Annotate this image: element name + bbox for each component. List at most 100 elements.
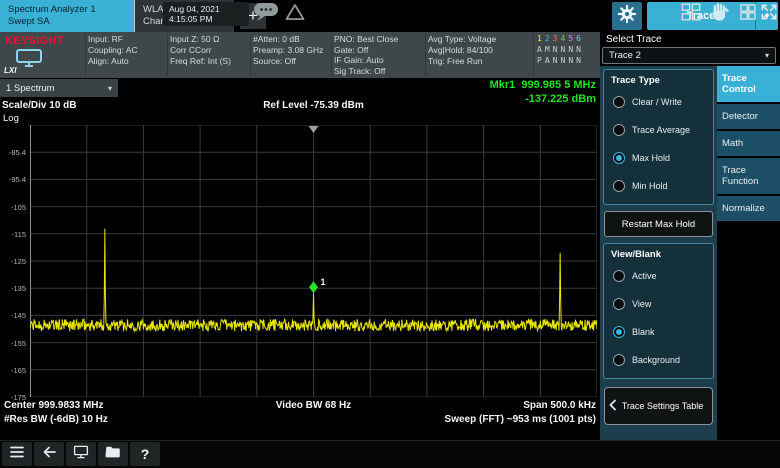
legend-char: 1 [537,34,542,44]
setting-text: Preamp: 3.08 GHz [253,45,323,56]
date-text: Aug 04, 2021 [169,4,249,14]
setting-text: Sig Track: Off [334,66,398,77]
tab-subtitle: Swept SA [8,16,126,28]
touch-hand-icon [709,1,731,28]
setting-text: Source: Off [253,56,323,67]
legend-char: A [545,56,550,66]
setting-text: PNO: Best Close [334,34,398,45]
trace-type-title: Trace Type [611,75,710,86]
datetime-display[interactable]: Aug 04, 2021 4:15:05 PM [163,2,249,26]
restart-max-hold-button[interactable]: Restart Max Hold [604,211,713,237]
radio-clear-write[interactable]: Clear / Write [607,88,710,116]
trace-legend-detectors: PANNNN [537,56,581,66]
system-settings-button[interactable] [612,2,642,30]
alert-triangle-icon [285,3,305,26]
setting-text: Coupling: AC [88,45,138,56]
view-blank-title: View/Blank [611,249,710,260]
radio-circle [613,96,625,108]
time-text: 4:15:05 PM [169,14,249,24]
y-axis-label: -115 [0,230,26,239]
divider [533,34,534,76]
radio-active[interactable]: Active [607,262,710,290]
y-axis-label: -95.4 [0,175,26,184]
divider [167,34,168,76]
window-arrange-icon [680,1,702,28]
settings-column-pno: PNO: Best Close Gate: Off IF Gain: Auto … [334,34,398,76]
file-explorer-button[interactable] [98,442,128,466]
setting-text: Avg Type: Voltage [428,34,496,45]
spectrum-analyzer-screen: Spectrum Analyzer 1 Swept SA WLAN 1 Chan… [0,0,780,468]
chevron-down-icon: ▾ [765,51,769,60]
tab-spectrum-analyzer[interactable]: Spectrum Analyzer 1 Swept SA [0,0,134,32]
settings-column-avg: Avg Type: Voltage Avg|Hold: 84/100 Trig:… [428,34,496,66]
setting-text: Avg|Hold: 84/100 [428,45,496,56]
radio-label: Clear / Write [632,97,682,107]
radio-label: Blank [632,327,655,337]
touch-mode-button[interactable] [707,3,733,25]
log-scale-label: Log [3,113,19,124]
radio-label: Active [632,271,657,281]
tab-trace-function[interactable]: Trace Function [717,158,780,194]
y-axis-label: -145 [0,311,26,320]
radio-circle-selected [613,326,625,338]
radio-max-hold[interactable]: Max Hold [607,144,710,172]
legend-char: N [568,56,573,66]
radio-min-hold[interactable]: Min Hold [607,172,710,200]
screenshot-button[interactable] [66,442,96,466]
legend-char: N [553,56,558,66]
radio-label: Background [632,355,680,365]
y-axis-label: -125 [0,257,26,266]
legend-char: N [576,56,581,66]
tab-normalize[interactable]: Normalize [717,196,780,221]
y-axis-label: -165 [0,366,26,375]
sweep-label: Sweep (FFT) ~953 ms (1001 pts) [260,414,596,425]
setting-text: Input Z: 50 Ω [170,34,231,45]
divider [250,34,251,76]
setting-text: Freq Ref: Int (S) [170,56,231,67]
legend-char: N [553,45,558,55]
quad-display-icon [738,2,758,27]
radio-circle [613,354,625,366]
select-trace-dropdown[interactable]: Trace 2 ▾ [602,47,776,64]
settings-column-impedance: Input Z: 50 Ω Corr CCorr Freq Ref: Int (… [170,34,231,66]
radio-label: Min Hold [632,181,668,191]
window-arrange-button[interactable] [678,3,704,25]
legend-char: 3 [553,34,558,44]
fullscreen-icon [759,2,779,27]
help-button[interactable]: ? [130,442,160,466]
radio-view[interactable]: View [607,290,710,318]
lxi-logo: LXI [4,66,16,75]
folder-icon [104,443,122,466]
select-trace-label: Select Trace [606,34,662,45]
main-menu-button[interactable] [2,442,32,466]
back-button[interactable] [34,442,64,466]
radio-label: Trace Average [632,125,690,135]
radio-trace-average[interactable]: Trace Average [607,116,710,144]
spectrum-plot[interactable]: 1 [30,125,597,397]
fullscreen-button[interactable] [759,3,779,25]
window-selector-value: 1 Spectrum [6,83,55,94]
tab-math[interactable]: Math [717,131,780,156]
legend-char: 2 [545,34,550,44]
back-arrow-icon [40,443,58,466]
tab-detector[interactable]: Detector [717,104,780,129]
tab-trace-control[interactable]: Trace Control [717,66,780,102]
legend-char: 5 [568,34,573,44]
trace-settings-table-button[interactable]: Trace Settings Table [604,387,713,425]
gear-icon [617,4,637,29]
ref-level-label: Ref Level -75.39 dBm [30,100,597,111]
y-axis-label: -85.4 [0,148,26,157]
alert-indicator[interactable] [284,3,306,25]
select-trace-value: Trace 2 [609,50,641,61]
messages-button[interactable] [252,3,280,25]
window-selector-dropdown[interactable]: 1 Spectrum ▾ [0,79,118,97]
span-label: Span 500.0 kHz [260,400,596,411]
left-chevron-icon [609,399,617,413]
quad-display-button[interactable] [737,3,759,25]
y-axis-label: -105 [0,203,26,212]
radio-label: View [632,299,651,309]
marker-diamond-icon [309,281,318,293]
legend-char: M [545,45,550,55]
radio-blank[interactable]: Blank [607,318,710,346]
radio-background[interactable]: Background [607,346,710,374]
